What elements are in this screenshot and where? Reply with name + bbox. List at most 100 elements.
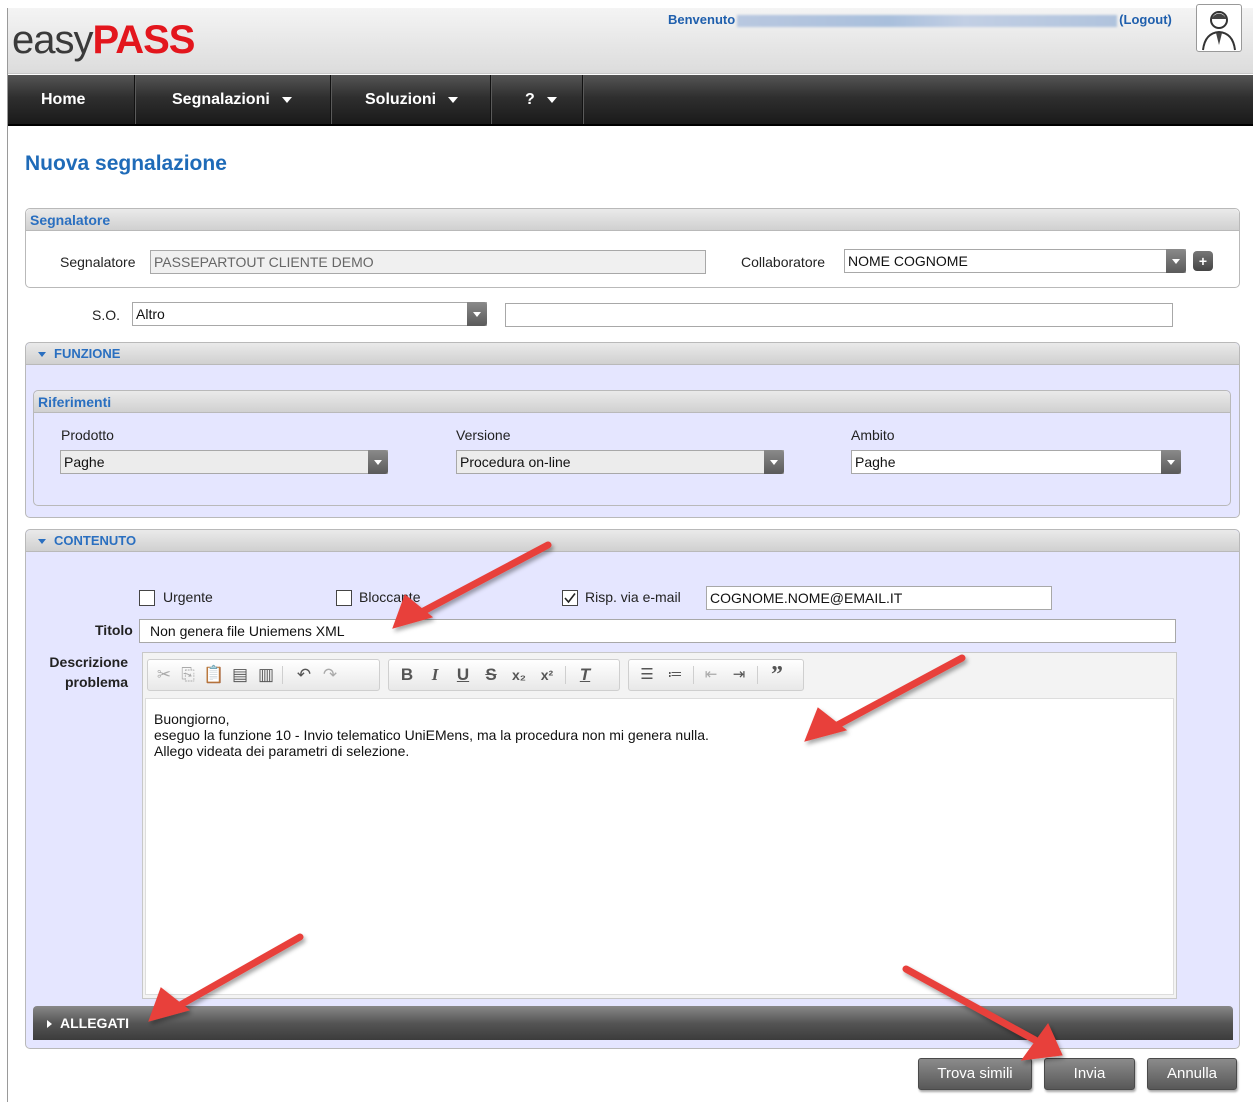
strikethrough-icon[interactable]: S [479,660,503,690]
body-line-3: Allego videata dei parametri di selezion… [154,743,410,759]
body-line-1: Buongiorno, [154,711,230,727]
page-title: Nuova segnalazione [25,152,227,175]
paste-text-icon[interactable]: ▤ [228,660,252,690]
segnalatore-panel: Segnalatore [25,208,1240,288]
description-textarea[interactable]: Buongiorno, eseguo la funzione 10 - Invi… [145,698,1174,995]
underline-icon[interactable]: U [451,660,475,690]
paste-icon[interactable]: 📋 [202,660,226,690]
ambito-select[interactable]: Paghe [851,450,1181,474]
chevron-down-icon[interactable] [764,450,784,474]
nav-help-label: ? [525,91,535,108]
toolbar-separator [693,666,694,684]
allegati-title: ALLEGATI [60,1015,129,1031]
collapse-arrow-icon [38,539,46,545]
format-toolbar-group: B I U S x₂ x² T [388,659,620,691]
chevron-down-icon[interactable] [467,302,487,326]
clipboard-toolbar-group: ✂ ⎘ 📋 ▤ ▥ ↶ ↷ [147,659,380,691]
nav-soluzioni-label: Soluzioni [365,91,437,108]
so-select[interactable]: Altro [132,302,487,326]
nav-home-label: Home [41,91,86,108]
collapse-arrow-icon [38,352,46,358]
segnalatore-label: Segnalatore [60,254,136,270]
bold-icon[interactable]: B [395,660,419,690]
contenuto-title: CONTENUTO [54,533,137,548]
chevron-down-icon[interactable] [1166,249,1186,273]
bloccante-checkbox[interactable] [336,590,352,606]
annulla-button[interactable]: Annulla [1147,1058,1237,1090]
remove-format-icon[interactable]: T [573,660,597,690]
chevron-down-icon [281,96,292,103]
riferimenti-panel: Riferimenti [33,390,1231,506]
superscript-icon[interactable]: x² [535,660,559,690]
expand-arrow-icon [47,1020,52,1029]
undo-icon[interactable]: ↶ [292,660,316,690]
prodotto-label: Prodotto [61,427,114,443]
italic-icon[interactable]: I [423,660,447,690]
versione-value: Procedura on-line [460,454,571,470]
prodotto-select[interactable]: Paghe [60,450,388,474]
email-input[interactable]: COGNOME.NOME@EMAIL.IT [706,586,1052,610]
collaboratore-label: Collaboratore [741,254,826,270]
copy-icon[interactable]: ⎘ [176,660,200,690]
invia-button[interactable]: Invia [1044,1058,1135,1090]
nav-help[interactable]: ? [492,75,583,124]
subscript-icon[interactable]: x₂ [507,660,531,690]
toolbar-separator [282,666,283,684]
add-collaboratore-button[interactable]: + [1193,251,1213,271]
versione-label: Versione [456,427,511,443]
main-navbar: Home Segnalazioni Soluzioni ? [8,75,1253,126]
toolbar-separator [565,666,566,684]
welcome-text: Benvenuto (Logout) [668,12,1172,27]
riferimenti-panel-header: Riferimenti [34,391,1230,413]
welcome-label: Benvenuto [668,12,736,27]
segnalatore-field[interactable]: PASSEPARTOUT CLIENTE DEMO [150,250,706,274]
versione-select[interactable]: Procedura on-line [456,450,784,474]
redo-icon[interactable]: ↷ [318,660,342,690]
cut-icon[interactable]: ✂ [152,660,176,690]
logout-link[interactable]: (Logout) [1119,12,1172,27]
blurred-username [737,14,1118,27]
funzione-title: FUNZIONE [54,346,121,361]
app-logo[interactable]: easyPASS [12,18,196,63]
email-checkbox[interactable] [562,590,578,606]
descrizione-label-line1: Descrizione [49,654,129,670]
nav-home[interactable]: Home [8,75,135,124]
check-icon [564,593,576,604]
prodotto-value: Paghe [64,454,105,470]
funzione-panel-header[interactable]: FUNZIONE [26,343,1239,365]
nav-soluzioni[interactable]: Soluzioni [332,75,491,124]
list-toolbar-group: ☰ ≔ ⇤ ⇥ ” [628,659,804,691]
indent-icon[interactable]: ⇥ [727,660,751,690]
nav-segnalazioni[interactable]: Segnalazioni [136,75,331,124]
outdent-icon[interactable]: ⇤ [699,660,723,690]
chevron-down-icon [448,96,459,103]
so-label: S.O. [92,307,121,323]
ambito-label: Ambito [851,427,895,443]
paste-word-icon[interactable]: ▥ [254,660,278,690]
so-detail-input[interactable] [505,303,1173,327]
blockquote-icon[interactable]: ” [765,660,789,690]
bloccante-label: Bloccante [359,589,421,605]
allegati-panel-header[interactable]: ALLEGATI [33,1006,1233,1040]
nav-segnalazioni-label: Segnalazioni [172,91,270,108]
toolbar-separator [757,666,758,684]
urgente-label: Urgente [163,589,213,605]
ambito-value: Paghe [855,454,896,470]
chevron-down-icon [546,96,557,103]
trova-simili-button[interactable]: Trova simili [918,1058,1032,1090]
urgente-checkbox[interactable] [139,590,155,606]
logo-pass: PASS [92,18,196,62]
segnalatore-panel-header: Segnalatore [26,209,1239,231]
body-line-2: eseguo la funzione 10 - Invio telematico… [154,727,709,743]
collaboratore-value: NOME COGNOME [848,253,968,269]
chevron-down-icon[interactable] [1161,450,1181,474]
chevron-down-icon[interactable] [368,450,388,474]
titolo-input[interactable]: Non genera file Uniemens XML [139,619,1176,643]
collaboratore-select[interactable]: NOME COGNOME [844,249,1186,273]
user-avatar-icon[interactable] [1196,4,1242,52]
email-label: Risp. via e-mail [585,589,681,605]
contenuto-panel-header[interactable]: CONTENUTO [26,530,1239,552]
bulleted-list-icon[interactable]: ≔ [663,660,687,690]
numbered-list-icon[interactable]: ☰ [635,660,659,690]
descrizione-label: Descrizione problema [47,652,128,692]
